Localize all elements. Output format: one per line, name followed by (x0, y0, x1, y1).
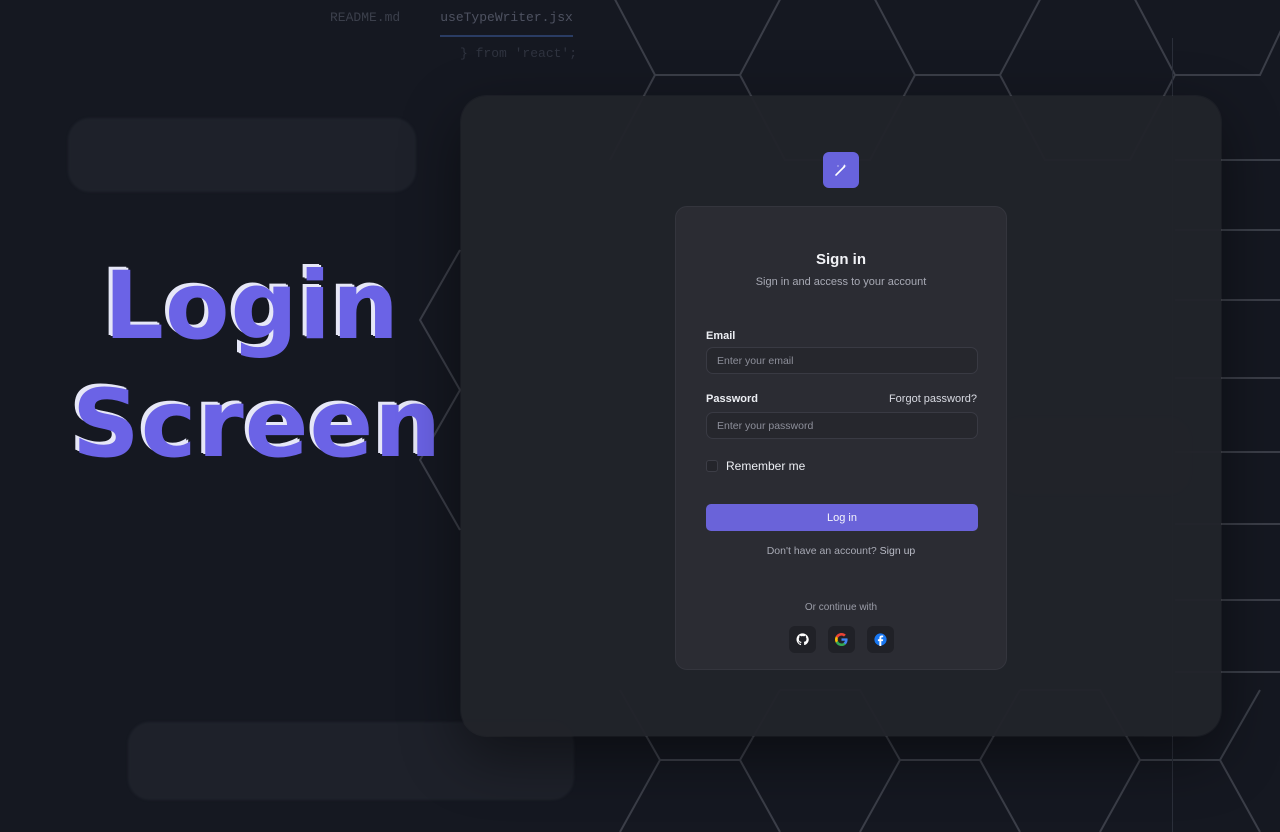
hero-title: Login Screen (72, 248, 443, 484)
email-field[interactable] (706, 347, 978, 374)
github-login-button[interactable] (788, 626, 816, 653)
signup-link[interactable]: Sign up (880, 545, 916, 557)
google-icon (834, 633, 848, 646)
editor-tabs: README.md useTypeWriter.jsx (330, 10, 573, 37)
remember-me-label: Remember me (726, 459, 806, 473)
wand-icon (835, 164, 847, 176)
app-logo (823, 152, 859, 188)
ghost-card (68, 118, 416, 192)
hero-title-line-1: Login (104, 252, 400, 361)
signup-prompt-text: Don't have an account? (766, 545, 877, 557)
editor-tab-readme: README.md (330, 10, 401, 25)
password-field[interactable] (706, 412, 978, 439)
code-line: } from 'react'; (460, 46, 578, 61)
facebook-login-button[interactable] (866, 626, 894, 653)
github-icon (795, 633, 809, 646)
hero-title-line-2: Screen (72, 370, 443, 479)
login-button[interactable]: Log in (706, 504, 978, 531)
editor-tab-typewriter: useTypeWriter.jsx (440, 10, 573, 37)
email-label: Email (706, 330, 736, 342)
password-label: Password (706, 393, 758, 405)
sign-in-subtitle: Sign in and access to your account (755, 276, 927, 288)
forgot-password-link[interactable]: Forgot password? (889, 393, 977, 405)
remember-me-row[interactable]: Remember me (706, 459, 805, 473)
continue-with-label: Or continue with (804, 602, 878, 613)
sign-in-card: Sign in Sign in and access to your accou… (675, 206, 1007, 670)
facebook-icon (873, 633, 887, 646)
sign-in-title: Sign in (816, 251, 866, 268)
social-login-buttons (676, 626, 1006, 653)
login-panel: Sign in Sign in and access to your accou… (461, 96, 1221, 736)
remember-me-checkbox[interactable] (706, 460, 718, 472)
signup-prompt: Don't have an account? Sign up (676, 545, 1006, 557)
google-login-button[interactable] (827, 626, 855, 653)
